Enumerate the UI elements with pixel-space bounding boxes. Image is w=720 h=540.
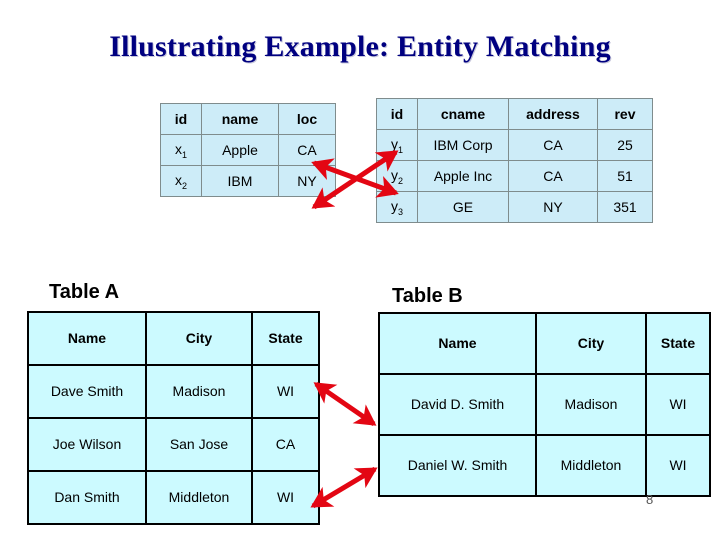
table-row: x2 IBM NY [160,165,336,197]
table-row: id name loc [160,103,336,135]
schema-y-cell-id-1: y1 [376,129,418,161]
table-row: Name City State [378,312,711,375]
schema-y-cell-cname-1: IBM Corp [417,129,509,161]
table-a-cell-city-1: Madison [145,364,253,419]
schema-table-x: id name loc x1 Apple CA x2 IBM NY [160,103,336,197]
arrow-dave-to-david [313,381,377,427]
table-b-cell-city-2: Middleton [535,434,647,497]
table-a-header-name: Name [27,311,147,366]
table-b-label: Table B [392,285,463,307]
table-a-cell-name-1: Dave Smith [27,364,147,419]
schema-y-cell-cname-2: Apple Inc [417,160,509,192]
schema-y-cell-id-2: y2 [376,160,418,192]
table-row: id cname address rev [376,98,653,130]
table-row: y1 IBM Corp CA 25 [376,129,653,161]
schema-y-header-cname: cname [417,98,509,130]
table-a-cell-name-2: Joe Wilson [27,417,147,472]
table-b-cell-name-2: Daniel W. Smith [378,434,537,497]
schema-y-header-rev: rev [597,98,653,130]
table-a-header-state: State [251,311,320,366]
table-row: Dave Smith Madison WI [27,364,320,419]
schema-x-id-2-base: x [174,171,182,188]
table-b-cell-state-1: WI [645,373,711,436]
match-table-a: Name City State Dave Smith Madison WI Jo… [27,311,320,525]
schema-x-cell-name-1: Apple [201,134,279,166]
schema-x-cell-loc-2: NY [278,165,336,197]
schema-y-id-2-sub: 2 [397,175,403,186]
schema-y-cell-rev-3: 351 [597,191,653,223]
schema-table-y: id cname address rev y1 IBM Corp CA 25 y… [376,98,653,223]
table-b-header-state: State [645,312,711,375]
schema-y-cell-rev-1: 25 [597,129,653,161]
schema-y-header-address: address [508,98,598,130]
schema-x-header-loc: loc [278,103,336,135]
schema-x-header-name: name [201,103,279,135]
table-a-cell-state-1: WI [251,364,320,419]
slide-canvas: Illustrating Example: Entity Matching id… [0,0,720,540]
table-row: Dan Smith Middleton WI [27,470,320,525]
table-b-cell-city-1: Madison [535,373,647,436]
schema-y-id-2-base: y [390,166,398,183]
schema-y-cell-address-1: CA [508,129,598,161]
schema-y-cell-address-2: CA [508,160,598,192]
table-b-cell-state-2: WI [645,434,711,497]
schema-y-id-1-base: y [390,135,398,152]
table-b-cell-name-1: David D. Smith [378,373,537,436]
table-a-cell-state-2: CA [251,417,320,472]
page-number: 8 [646,492,654,507]
arrow-dan-to-daniel [310,466,378,509]
schema-x-cell-loc-1: CA [278,134,336,166]
schema-x-cell-name-2: IBM [201,165,279,197]
table-a-header-city: City [145,311,253,366]
table-a-cell-city-2: San Jose [145,417,253,472]
table-a-cell-name-3: Dan Smith [27,470,147,525]
schema-y-id-3-base: y [390,197,398,214]
table-a-cell-state-3: WI [251,470,320,525]
table-row: Joe Wilson San Jose CA [27,417,320,472]
schema-x-header-id: id [160,103,202,135]
table-b-header-city: City [535,312,647,375]
schema-y-cell-cname-3: GE [417,191,509,223]
schema-x-id-1-base: x [174,140,182,157]
schema-x-cell-id-1: x1 [160,134,202,166]
table-a-label: Table A [49,281,120,303]
schema-x-cell-id-2: x2 [160,165,202,197]
table-row: y3 GE NY 351 [376,191,653,223]
table-a-cell-city-3: Middleton [145,470,253,525]
table-row: Daniel W. Smith Middleton WI [378,434,711,497]
table-row: Name City State [27,311,320,366]
schema-y-cell-address-3: NY [508,191,598,223]
table-b-header-name: Name [378,312,537,375]
schema-y-id-1-sub: 1 [397,144,403,155]
schema-x-id-2-sub: 2 [181,180,187,191]
schema-y-id-3-sub: 3 [397,206,403,217]
page-title: Illustrating Example: Entity Matching [109,30,611,63]
schema-y-cell-id-3: y3 [376,191,418,223]
schema-x-id-1-sub: 1 [181,149,187,160]
schema-y-cell-rev-2: 51 [597,160,653,192]
schema-y-header-id: id [376,98,418,130]
match-table-b: Name City State David D. Smith Madison W… [378,312,711,497]
table-row: David D. Smith Madison WI [378,373,711,436]
table-row: y2 Apple Inc CA 51 [376,160,653,192]
table-row: x1 Apple CA [160,134,336,166]
